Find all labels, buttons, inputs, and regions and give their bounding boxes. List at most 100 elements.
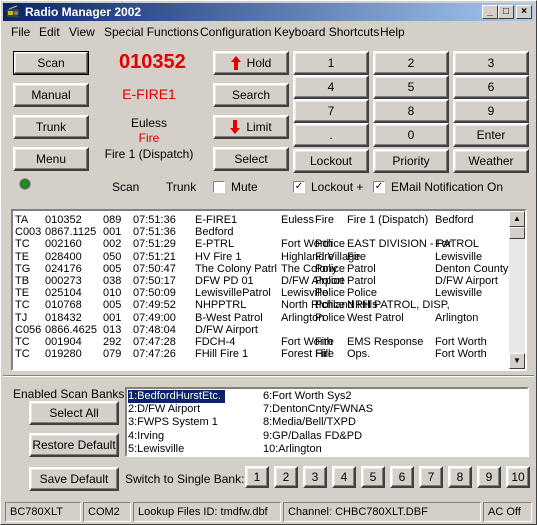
status-model: BC780XLT xyxy=(5,502,81,522)
key-8-label: 8 xyxy=(407,104,415,118)
scroll-thumb[interactable] xyxy=(509,227,525,239)
save-default-button[interactable]: Save Default xyxy=(29,467,119,491)
bank-item[interactable]: 4:Irving xyxy=(128,430,164,443)
weather-label: Weather xyxy=(468,154,514,168)
lockout-plus-check-icon: ✓ xyxy=(294,181,304,192)
single-bank-label: 10 xyxy=(511,470,525,484)
select-all-button[interactable]: Select All xyxy=(29,401,119,425)
scan-button[interactable]: Scan xyxy=(13,51,89,75)
menu-view[interactable]: View xyxy=(69,25,95,39)
key-3-button[interactable]: 3 xyxy=(453,51,529,75)
log-cell: 018432 xyxy=(45,311,82,324)
log-row[interactable]: TC 002160 002 07:51:29 E-PTRL Fort Worth Polic… xyxy=(15,238,510,250)
bank-item[interactable]: 6:Fort Worth Sys2 xyxy=(263,390,351,403)
email-notification-checkbox[interactable]: ✓ xyxy=(373,181,385,193)
log-row[interactable]: TE 025104 010 07:50:09 LewisvillePatrol Lewis… xyxy=(15,287,510,299)
hold-button[interactable]: Hold xyxy=(213,51,289,75)
bank-item[interactable]: 3:FWPS System 1 xyxy=(128,416,218,429)
bank-item[interactable]: 10:Arlington xyxy=(263,443,322,456)
manual-label: Manual xyxy=(31,88,71,102)
enter-button[interactable]: Enter xyxy=(453,123,529,147)
menu-button[interactable]: Menu xyxy=(13,147,89,171)
trunk-button[interactable]: Trunk xyxy=(13,115,89,139)
limit-label: Limit xyxy=(246,120,272,134)
menu-configuration[interactable]: Configuration xyxy=(200,25,271,39)
search-button[interactable]: Search xyxy=(213,83,289,107)
log-row[interactable]: C003 0867.1125 001 07:51:36 Bedford xyxy=(15,226,510,238)
log-row[interactable]: TA 010352 089 07:51:36 E-FIRE1 Euless Fire Fire… xyxy=(15,214,510,226)
log-row[interactable]: TE 028400 050 07:51:21 HV Fire 1 Highland Vil… xyxy=(15,251,510,263)
single-bank-label: 1 xyxy=(253,470,261,484)
key-6-button[interactable]: 6 xyxy=(453,75,529,99)
lockout-plus-checkbox[interactable]: ✓ xyxy=(293,181,305,193)
menu-special-functions[interactable]: Special Functions xyxy=(104,25,199,39)
hold-label: Hold xyxy=(246,56,272,70)
priority-button[interactable]: Priority xyxy=(373,149,449,173)
scroll-up-button[interactable]: ▲ xyxy=(509,211,525,227)
minimize-button[interactable]: _ xyxy=(482,5,498,19)
enter-label: Enter xyxy=(476,128,506,142)
single-bank-button-6[interactable]: 6 xyxy=(390,466,414,488)
key-7-button[interactable]: 7 xyxy=(293,99,369,123)
single-bank-label: 8 xyxy=(456,470,464,484)
log-cell: TC xyxy=(15,348,30,361)
section-divider xyxy=(3,375,534,377)
lockout-button[interactable]: Lockout xyxy=(293,149,369,173)
log-row[interactable]: TC 019280 079 07:47:26 FHill Fire 1 Forest Hi… xyxy=(15,348,510,360)
activity-log-list[interactable]: TC 019280 079 07:47:26 FHill Fire 1 Forest Hi… xyxy=(11,209,527,371)
close-button[interactable]: × xyxy=(516,5,532,19)
bank-item[interactable]: 7:DentonCnty/FWNAS xyxy=(263,403,373,416)
log-cell: Patrol xyxy=(347,275,376,287)
log-cell: Police xyxy=(315,299,345,312)
key-9-button[interactable]: 9 xyxy=(453,99,529,123)
log-row[interactable]: TB 000273 038 07:50:17 DFW PD 01 D/FW Airport… xyxy=(15,275,510,287)
log-row[interactable]: TJ 018432 001 07:49:00 B-West Patrol Arlingto… xyxy=(15,312,510,324)
log-cell: 005 xyxy=(103,262,122,275)
log-cell: TE xyxy=(15,287,30,300)
log-row[interactable]: TC 010768 005 07:49:52 NHPPTRL North Richland… xyxy=(15,299,510,311)
log-row[interactable]: C056 0866.4625 013 07:48:04 D/FW Airport xyxy=(15,324,510,336)
bank-item[interactable]: 1:BedfordHurstEtc. xyxy=(128,390,225,403)
key-5-button[interactable]: 5 xyxy=(373,75,449,99)
key-1-button[interactable]: 1 xyxy=(293,51,369,75)
single-bank-button-7[interactable]: 7 xyxy=(419,466,443,488)
key-2-button[interactable]: 2 xyxy=(373,51,449,75)
email-notification-label: EMail Notification On xyxy=(391,180,504,194)
single-bank-button-3[interactable]: 3 xyxy=(303,466,327,488)
bank-item[interactable]: 8:Media/Bell/TXPD xyxy=(263,416,356,429)
single-bank-button-2[interactable]: 2 xyxy=(274,466,298,488)
single-bank-button-1[interactable]: 1 xyxy=(245,466,269,488)
single-bank-button-9[interactable]: 9 xyxy=(477,466,501,488)
select-button[interactable]: Select xyxy=(213,147,289,171)
key-0-button[interactable]: 0 xyxy=(373,123,449,147)
scan-banks-list[interactable]: 1:BedfordHurstEtc. 2:D/FW Airport 3:FWPS S… xyxy=(125,387,529,457)
bank-item[interactable]: 5:Lewisville xyxy=(128,443,184,456)
maximize-button[interactable]: □ xyxy=(498,5,514,19)
menu-edit[interactable]: Edit xyxy=(39,25,60,39)
menu-file[interactable]: File xyxy=(11,25,30,39)
menu-keyboard-shortcuts[interactable]: Keyboard Shortcuts xyxy=(274,25,379,39)
key-dot-button[interactable]: . xyxy=(293,123,369,147)
limit-button[interactable]: Limit xyxy=(213,115,289,139)
manual-button[interactable]: Manual xyxy=(13,83,89,107)
key-4-button[interactable]: 4 xyxy=(293,75,369,99)
mute-checkbox[interactable] xyxy=(213,181,225,193)
status-lookup: Lookup Files ID: tmdfw.dbf xyxy=(133,502,281,522)
log-scrollbar[interactable]: ▲ ▼ xyxy=(509,211,525,369)
key-8-button[interactable]: 8 xyxy=(373,99,449,123)
single-bank-button-10[interactable]: 10 xyxy=(506,466,530,488)
bank-item[interactable]: 9:GP/Dallas FD&PD xyxy=(263,430,362,443)
scroll-down-button[interactable]: ▼ xyxy=(509,353,525,369)
log-row[interactable]: TC 001904 292 07:47:28 FDCH-4 Fort Worth Fire E… xyxy=(15,336,510,348)
log-cell: Police xyxy=(315,238,345,251)
menu-help[interactable]: Help xyxy=(380,25,405,39)
restore-default-button[interactable]: Restore Default xyxy=(29,433,119,457)
log-row[interactable]: TG 024176 005 07:50:47 The Colony Patrl The C… xyxy=(15,263,510,275)
title-bar[interactable]: Radio Manager 2002 _ □ × xyxy=(3,3,534,21)
log-cell: NRH PATROL, DISP, xyxy=(347,299,450,312)
single-bank-button-4[interactable]: 4 xyxy=(332,466,356,488)
single-bank-button-8[interactable]: 8 xyxy=(448,466,472,488)
weather-button[interactable]: Weather xyxy=(453,149,529,173)
single-bank-button-5[interactable]: 5 xyxy=(361,466,385,488)
bank-item[interactable]: 2:D/FW Airport xyxy=(128,403,200,416)
